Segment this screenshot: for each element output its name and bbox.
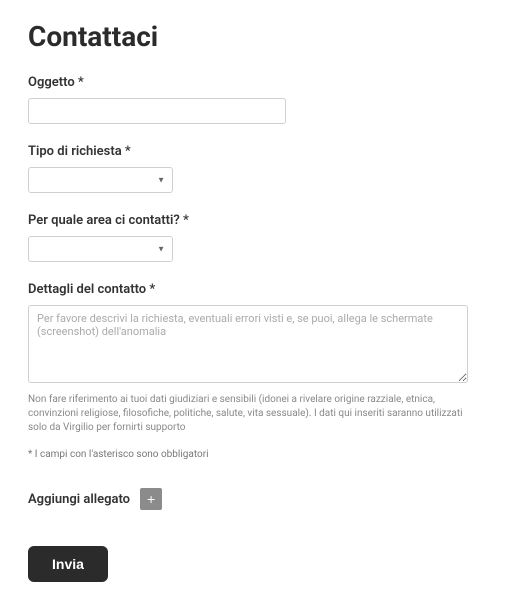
field-subject: Oggetto * [28, 75, 492, 124]
details-label: Dettagli del contatto * [28, 282, 492, 297]
attachment-row: Aggiungi allegato + [28, 488, 492, 510]
details-textarea[interactable] [28, 305, 468, 383]
field-area: Per quale area ci contatti? * ▼ [28, 213, 492, 262]
required-note: * I campi con l'asterisco sono obbligato… [28, 449, 492, 460]
area-label: Per quale area ci contatti? * [28, 213, 492, 228]
field-details: Dettagli del contatto * Non fare riferim… [28, 282, 492, 460]
details-hint: Non fare riferimento ai tuoi dati giudiz… [28, 393, 468, 435]
attachment-label: Aggiungi allegato [28, 492, 130, 507]
page-title: Contattaci [28, 20, 492, 53]
request-type-label: Tipo di richiesta * [28, 144, 492, 159]
request-type-select[interactable] [28, 167, 173, 193]
subject-label: Oggetto * [28, 75, 492, 90]
subject-input[interactable] [28, 98, 286, 124]
field-request-type: Tipo di richiesta * ▼ [28, 144, 492, 193]
area-select[interactable] [28, 236, 173, 262]
add-attachment-button[interactable]: + [140, 488, 162, 510]
submit-button[interactable]: Invia [28, 546, 108, 582]
